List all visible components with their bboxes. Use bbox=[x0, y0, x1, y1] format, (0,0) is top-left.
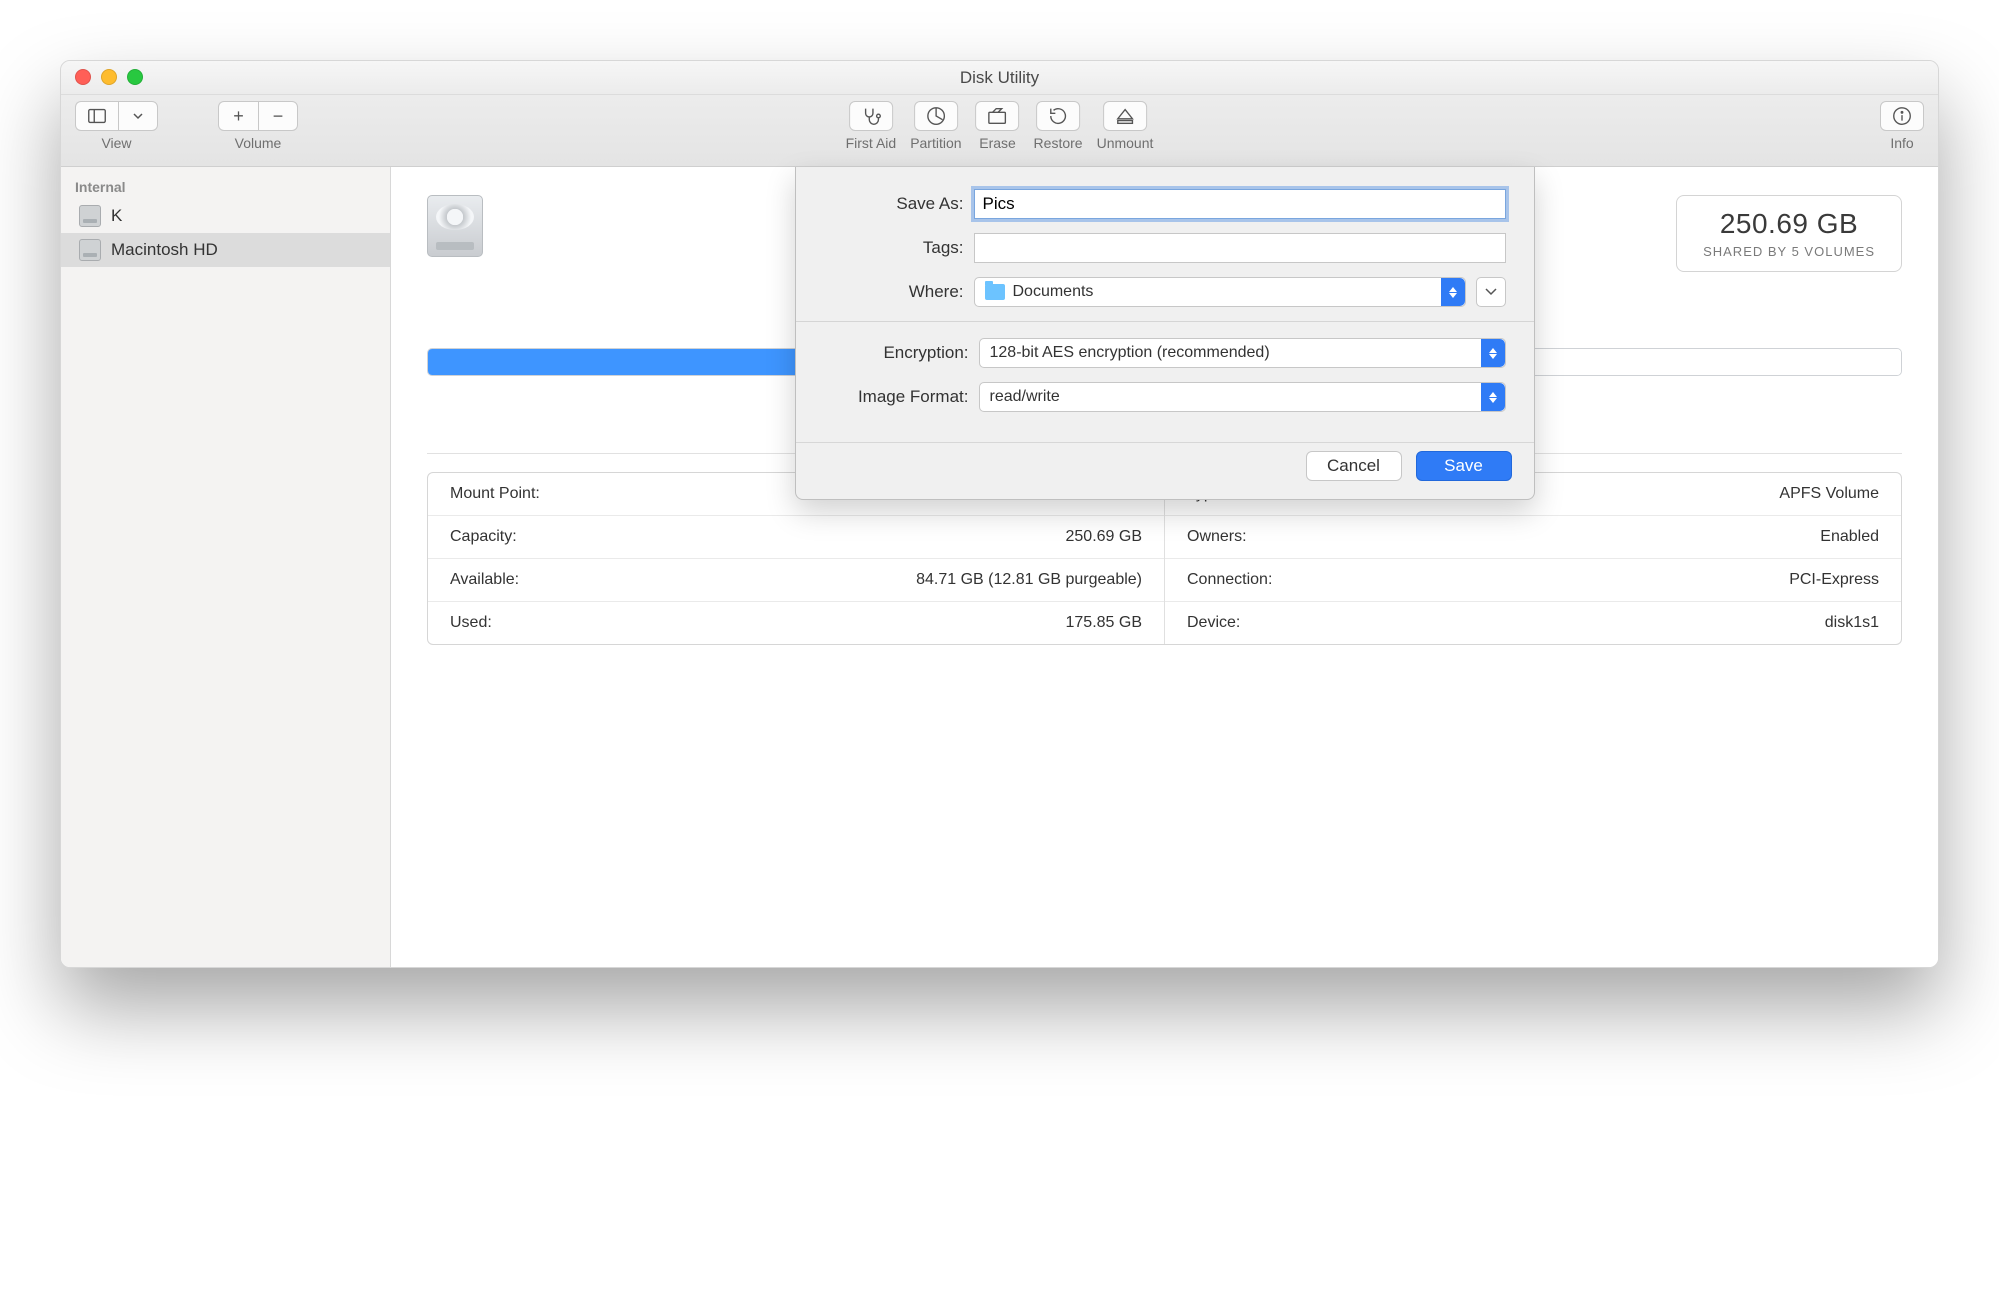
info-label: Info bbox=[1890, 135, 1913, 151]
detail-value: 250.69 GB bbox=[1066, 528, 1143, 546]
sidebar-item-label: Macintosh HD bbox=[111, 240, 218, 260]
select-stepper-icon bbox=[1481, 339, 1505, 367]
image-format-value: read/write bbox=[990, 388, 1060, 406]
toolbar-volume-label: Volume bbox=[235, 135, 282, 151]
first-aid-button[interactable] bbox=[849, 101, 893, 131]
toolbar-view-label: View bbox=[101, 135, 131, 151]
capacity-subtitle: SHARED BY 5 VOLUMES bbox=[1703, 244, 1875, 259]
toolbar-volume-group: + − Volume bbox=[218, 101, 298, 151]
sheet-separator bbox=[796, 321, 1534, 322]
select-stepper-icon bbox=[1481, 383, 1505, 411]
minus-icon: − bbox=[273, 106, 284, 127]
restore-button[interactable] bbox=[1036, 101, 1080, 131]
save-sheet: Save As: Tags: Where: Documents bbox=[795, 167, 1535, 500]
chevron-down-icon bbox=[132, 110, 144, 122]
save-button[interactable]: Save bbox=[1416, 451, 1512, 481]
encryption-value: 128-bit AES encryption (recommended) bbox=[990, 344, 1270, 362]
capacity-value: 250.69 GB bbox=[1703, 208, 1875, 240]
view-menu-button[interactable] bbox=[118, 101, 158, 131]
expand-save-dialog-button[interactable] bbox=[1476, 277, 1506, 307]
encryption-label: Encryption: bbox=[824, 343, 979, 363]
where-label: Where: bbox=[824, 282, 974, 302]
drive-icon bbox=[79, 205, 101, 227]
sidebar-item-label: K bbox=[111, 206, 122, 226]
cancel-button[interactable]: Cancel bbox=[1306, 451, 1402, 481]
detail-key: Mount Point: bbox=[450, 485, 540, 503]
where-value: Documents bbox=[1013, 283, 1094, 301]
erase-button[interactable] bbox=[976, 101, 1020, 131]
sidebar-item-k[interactable]: K bbox=[61, 199, 390, 233]
detail-key: Device: bbox=[1187, 614, 1240, 632]
unmount-button[interactable] bbox=[1103, 101, 1147, 131]
detail-value: Enabled bbox=[1820, 528, 1879, 546]
detail-key: Capacity: bbox=[450, 528, 517, 546]
first-aid-label: First Aid bbox=[846, 135, 897, 151]
window-title: Disk Utility bbox=[960, 68, 1039, 88]
detail-key: Connection: bbox=[1187, 571, 1272, 589]
volume-add-button[interactable]: + bbox=[218, 101, 258, 131]
sidebar-section-internal: Internal bbox=[61, 175, 390, 199]
toolbar: View + − Volume First Aid Partition bbox=[61, 95, 1938, 167]
select-stepper-icon bbox=[1441, 278, 1465, 306]
sidebar: Internal K Macintosh HD bbox=[61, 167, 391, 967]
titlebar: Disk Utility bbox=[61, 61, 1938, 95]
window-controls bbox=[75, 69, 143, 85]
main-panel: 250.69 GB SHARED BY 5 VOLUMES Free 71.9 … bbox=[391, 167, 1938, 967]
detail-value: 175.85 GB bbox=[1066, 614, 1143, 632]
disk-icon bbox=[427, 195, 483, 257]
partition-label: Partition bbox=[910, 135, 961, 151]
partition-button[interactable] bbox=[914, 101, 958, 131]
erase-label: Erase bbox=[979, 135, 1016, 151]
encryption-select[interactable]: 128-bit AES encryption (recommended) bbox=[979, 338, 1506, 368]
close-window-button[interactable] bbox=[75, 69, 91, 85]
info-icon bbox=[1891, 105, 1913, 127]
eraser-icon bbox=[987, 105, 1009, 127]
image-format-select[interactable]: read/write bbox=[979, 382, 1506, 412]
folder-icon bbox=[985, 284, 1005, 300]
chevron-down-icon bbox=[1485, 288, 1497, 296]
view-sidebar-button[interactable] bbox=[75, 101, 118, 131]
tags-input[interactable] bbox=[974, 233, 1506, 263]
image-format-label: Image Format: bbox=[824, 387, 979, 407]
sidebar-item-macintosh-hd[interactable]: Macintosh HD bbox=[61, 233, 390, 267]
info-button[interactable] bbox=[1880, 101, 1924, 131]
detail-value: disk1s1 bbox=[1825, 614, 1879, 632]
save-as-input[interactable] bbox=[974, 189, 1506, 219]
detail-value: APFS Volume bbox=[1779, 485, 1879, 503]
tags-label: Tags: bbox=[824, 238, 974, 258]
volume-remove-button[interactable]: − bbox=[258, 101, 298, 131]
save-as-label: Save As: bbox=[824, 194, 974, 214]
minimize-window-button[interactable] bbox=[101, 69, 117, 85]
restore-label: Restore bbox=[1034, 135, 1083, 151]
disk-utility-window: Disk Utility View + − Volume bbox=[60, 60, 1939, 968]
detail-value: PCI-Express bbox=[1789, 571, 1879, 589]
toolbar-view-group: View bbox=[75, 101, 158, 151]
detail-value: 84.71 GB (12.81 GB purgeable) bbox=[916, 571, 1142, 589]
unmount-label: Unmount bbox=[1097, 135, 1154, 151]
eject-icon bbox=[1114, 105, 1136, 127]
detail-key: Used: bbox=[450, 614, 492, 632]
zoom-window-button[interactable] bbox=[127, 69, 143, 85]
pie-icon bbox=[925, 105, 947, 127]
capacity-box: 250.69 GB SHARED BY 5 VOLUMES bbox=[1676, 195, 1902, 272]
stethoscope-icon bbox=[860, 105, 882, 127]
plus-icon: + bbox=[233, 106, 244, 127]
detail-key: Available: bbox=[450, 571, 519, 589]
where-select[interactable]: Documents bbox=[974, 277, 1466, 307]
restore-icon bbox=[1047, 105, 1069, 127]
detail-key: Owners: bbox=[1187, 528, 1247, 546]
sidebar-icon bbox=[86, 105, 108, 127]
drive-icon bbox=[79, 239, 101, 261]
